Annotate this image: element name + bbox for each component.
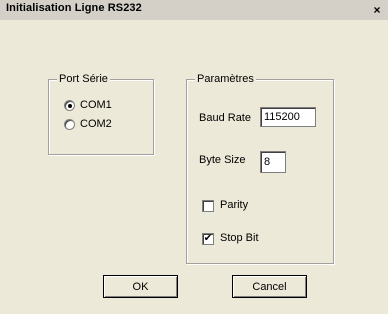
- baud-rate-input[interactable]: [260, 107, 316, 127]
- window-title: Initialisation Ligne RS232: [6, 2, 142, 14]
- com2-label[interactable]: COM2: [80, 117, 112, 131]
- stop-bit-label[interactable]: Stop Bit: [220, 231, 259, 245]
- close-icon[interactable]: ×: [368, 3, 386, 17]
- dialog-window: Initialisation Ligne RS232 × Port Série …: [0, 0, 388, 314]
- port-serie-legend: Port Série: [57, 72, 110, 86]
- dialog-body: Port Série COM1 COM2 Paramètres Baud Rat…: [0, 20, 388, 314]
- ok-button[interactable]: OK: [103, 275, 178, 298]
- check-mark-icon: ✔: [203, 233, 213, 244]
- com1-label[interactable]: COM1: [80, 98, 112, 112]
- parity-checkbox[interactable]: [202, 200, 214, 212]
- cancel-button[interactable]: Cancel: [232, 275, 307, 298]
- com1-radio-dot: [68, 104, 72, 108]
- com2-radio[interactable]: [64, 119, 75, 130]
- byte-size-label: Byte Size: [199, 154, 246, 166]
- com1-radio[interactable]: [64, 100, 75, 111]
- baud-rate-label: Baud Rate: [199, 112, 251, 124]
- parametres-legend: Paramètres: [195, 72, 256, 86]
- title-bar[interactable]: Initialisation Ligne RS232 ×: [0, 0, 388, 20]
- stop-bit-checkbox[interactable]: ✔: [202, 233, 214, 245]
- parity-label[interactable]: Parity: [220, 198, 248, 212]
- byte-size-input[interactable]: [260, 151, 286, 173]
